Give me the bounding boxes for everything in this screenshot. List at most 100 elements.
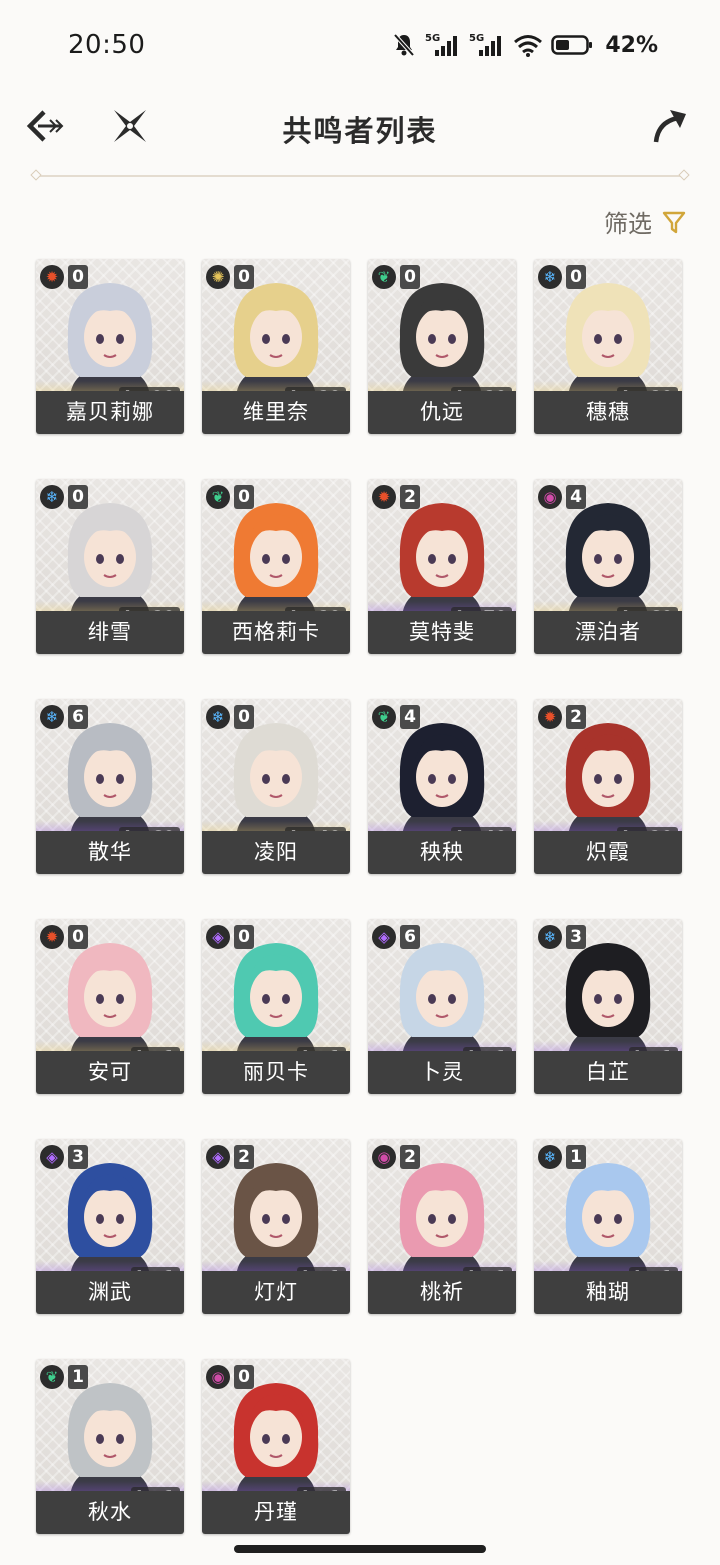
resonator-card[interactable]: ❦0Lv.80西格莉卡: [202, 479, 350, 654]
character-name: 安可: [36, 1051, 184, 1094]
resonator-card[interactable]: ◈2Lv.1灯灯: [202, 1139, 350, 1314]
glacio-element-icon: ❄: [206, 705, 230, 729]
status-time: 20:50: [68, 30, 146, 60]
chain-count-badge: 0: [234, 925, 254, 949]
chain-count-badge: 1: [566, 1145, 586, 1169]
electro-element-icon: ◈: [40, 1145, 64, 1169]
chain-count-badge: 0: [68, 265, 88, 289]
fusion-element-icon: ✹: [40, 925, 64, 949]
resonator-card[interactable]: ✹2Lv.70莫特斐: [368, 479, 516, 654]
character-name: 炽霞: [534, 831, 682, 874]
resonator-card[interactable]: ◉0Lv.1丹瑾: [202, 1359, 350, 1534]
header: 共鸣者列表: [0, 96, 720, 160]
chain-count-badge: 4: [400, 705, 420, 729]
resonator-card[interactable]: ◈3Lv.1渊武: [36, 1139, 184, 1314]
svg-text:5G: 5G: [469, 33, 484, 44]
chain-count-badge: 3: [68, 1145, 88, 1169]
character-figure: [565, 723, 651, 837]
character-name: 绯雪: [36, 611, 184, 654]
havoc-element-icon: ◉: [538, 485, 562, 509]
character-figure: [233, 1383, 319, 1497]
resonator-card[interactable]: ✹0Lv.1安可: [36, 919, 184, 1094]
character-figure: [67, 283, 153, 397]
chain-count-badge: 0: [68, 925, 88, 949]
resonator-card[interactable]: ✹0Lv.90嘉贝莉娜: [36, 259, 184, 434]
character-name: 嘉贝莉娜: [36, 391, 184, 434]
battery-percent: 42%: [605, 32, 658, 58]
signal-5g-icon: 5G: [469, 33, 502, 56]
chain-count-badge: 0: [400, 265, 420, 289]
resonator-card[interactable]: ❄0Lv.80绯雪: [36, 479, 184, 654]
resonator-card[interactable]: ◉2Lv.1桃祈: [368, 1139, 516, 1314]
battery-icon: [551, 35, 593, 55]
resonator-grid: ✹0Lv.90嘉贝莉娜✺0Lv.80维里奈❦0Lv.80仇远❄0Lv.80穗穗❄…: [36, 259, 686, 1534]
electro-element-icon: ◈: [206, 925, 230, 949]
character-name: 仇远: [368, 391, 516, 434]
share-icon[interactable]: [650, 106, 690, 146]
resonator-card[interactable]: ❦0Lv.80仇远: [368, 259, 516, 434]
resonator-card[interactable]: ◈6Lv.1卜灵: [368, 919, 516, 1094]
character-figure: [399, 723, 485, 837]
home-indicator[interactable]: [234, 1545, 486, 1553]
character-name: 维里奈: [202, 391, 350, 434]
resonator-card[interactable]: ✺0Lv.80维里奈: [202, 259, 350, 434]
electro-element-icon: ◈: [372, 925, 396, 949]
character-name: 西格莉卡: [202, 611, 350, 654]
character-name: 穗穗: [534, 391, 682, 434]
character-name: 卜灵: [368, 1051, 516, 1094]
character-figure: [233, 943, 319, 1057]
svg-text:5G: 5G: [425, 33, 440, 44]
chain-count-badge: 0: [234, 485, 254, 509]
character-figure: [67, 1383, 153, 1497]
chain-count-badge: 2: [400, 1145, 420, 1169]
aero-element-icon: ❦: [40, 1365, 64, 1389]
glacio-element-icon: ❄: [538, 925, 562, 949]
chain-count-badge: 6: [400, 925, 420, 949]
resonator-card[interactable]: ❦4Lv.40秧秧: [368, 699, 516, 874]
resonator-card[interactable]: ❦1Lv.1秋水: [36, 1359, 184, 1534]
character-name: 莫特斐: [368, 611, 516, 654]
character-figure: [233, 1163, 319, 1277]
chain-count-badge: 2: [566, 705, 586, 729]
filter-button[interactable]: 筛选: [604, 204, 686, 239]
character-name: 桃祈: [368, 1271, 516, 1314]
character-name: 秋水: [36, 1491, 184, 1534]
character-figure: [565, 943, 651, 1057]
character-figure: [565, 503, 651, 617]
resonator-card[interactable]: ❄3Lv.1白芷: [534, 919, 682, 1094]
chain-count-badge: 0: [234, 705, 254, 729]
fusion-element-icon: ✹: [40, 265, 64, 289]
resonator-card[interactable]: ✹2Lv.20炽霞: [534, 699, 682, 874]
character-name: 灯灯: [202, 1271, 350, 1314]
filter-funnel-icon: [662, 211, 686, 233]
spectro-element-icon: ✺: [206, 265, 230, 289]
character-figure: [67, 943, 153, 1057]
resonator-card[interactable]: ◉4Lv.60漂泊者: [534, 479, 682, 654]
chain-count-badge: 0: [234, 1365, 254, 1389]
status-icons: 5G 5G 42%: [391, 32, 658, 58]
character-figure: [399, 503, 485, 617]
resonator-card[interactable]: ◈0Lv.1丽贝卡: [202, 919, 350, 1094]
chain-count-badge: 1: [68, 1365, 88, 1389]
page-title: 共鸣者列表: [282, 114, 438, 148]
chain-count-badge: 0: [234, 265, 254, 289]
resonator-card[interactable]: ❄1Lv.1釉瑚: [534, 1139, 682, 1314]
character-name: 白芷: [534, 1051, 682, 1094]
resonator-card[interactable]: ❄0Lv.40凌阳: [202, 699, 350, 874]
resonator-card[interactable]: ❄6Lv.60散华: [36, 699, 184, 874]
header-divider: [36, 175, 684, 177]
glacio-element-icon: ❄: [538, 265, 562, 289]
havoc-element-icon: ◉: [372, 1145, 396, 1169]
character-figure: [399, 943, 485, 1057]
chain-count-badge: 4: [566, 485, 586, 509]
character-figure: [67, 503, 153, 617]
chain-count-badge: 3: [566, 925, 586, 949]
aero-element-icon: ❦: [372, 265, 396, 289]
glacio-element-icon: ❄: [40, 485, 64, 509]
resonator-card[interactable]: ❄0Lv.80穗穗: [534, 259, 682, 434]
character-name: 丽贝卡: [202, 1051, 350, 1094]
character-name: 渊武: [36, 1271, 184, 1314]
chain-count-badge: 6: [68, 705, 88, 729]
aero-element-icon: ❦: [206, 485, 230, 509]
filter-label: 筛选: [604, 210, 652, 238]
